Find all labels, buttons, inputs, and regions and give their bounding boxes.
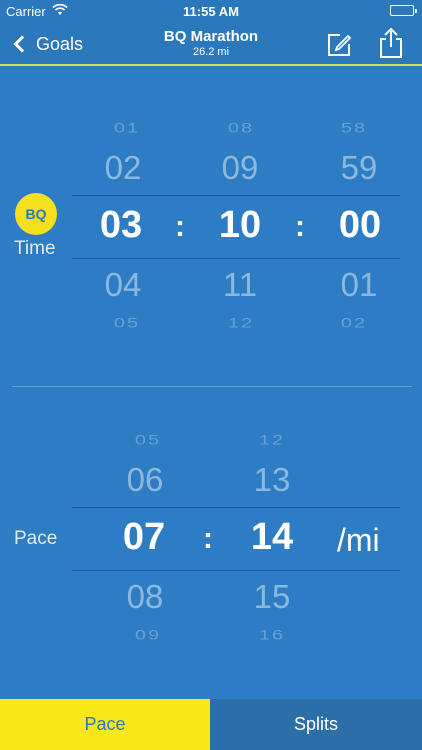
wheel-value: 02 <box>104 149 142 186</box>
wheel-value: 12 <box>227 315 255 331</box>
wheel-selected-value: 03 <box>99 204 143 246</box>
wheel-value: 01 <box>113 120 141 136</box>
wheel-value: 08 <box>227 120 255 136</box>
wheel-value: 05 <box>113 315 141 331</box>
picker-selection-line-top <box>72 507 400 508</box>
navigation-bar: Goals BQ Marathon 26.2 mi <box>0 22 422 66</box>
wheel-selected-value: 14 <box>250 516 294 558</box>
wheel-value: 58 <box>340 120 368 136</box>
wheel-value: 06 <box>126 461 164 498</box>
wheel-value: 04 <box>104 266 142 303</box>
wheel-value: 02 <box>340 315 368 331</box>
status-bar: Carrier 11:55 AM <box>0 0 422 22</box>
wheel-value: 09 <box>134 627 162 643</box>
status-time: 11:55 AM <box>183 4 239 19</box>
picker-selection-line-bottom <box>72 570 400 571</box>
wheel-value: 13 <box>253 461 291 498</box>
nav-title-block: BQ Marathon 26.2 mi <box>0 28 422 59</box>
tab-pace[interactable]: Pace <box>0 699 210 750</box>
wheel-value: 16 <box>258 627 286 643</box>
edit-icon <box>328 34 352 56</box>
pace-separator: : <box>203 522 213 555</box>
time-label: Time <box>14 238 56 259</box>
wheel-value: 59 <box>340 149 378 186</box>
wheel-value: 09 <box>221 149 259 186</box>
wheel-selected-value: 10 <box>218 204 262 246</box>
tab-splits[interactable]: Splits <box>210 699 422 750</box>
page-title: BQ Marathon <box>163 28 259 45</box>
wheel-value: 08 <box>126 578 164 615</box>
picker-selection-line-top <box>72 195 400 196</box>
wheel-selected-value: 00 <box>338 204 382 246</box>
share-button[interactable] <box>378 27 404 59</box>
section-divider <box>12 386 412 387</box>
wheel-value: 12 <box>258 432 286 448</box>
pace-label: Pace <box>14 528 58 549</box>
bq-badge: BQ <box>15 193 57 235</box>
time-separator: : <box>175 210 185 243</box>
battery-icon <box>390 5 417 16</box>
pace-unit-label: /mi <box>337 522 380 558</box>
time-separator: : <box>295 210 305 243</box>
wheel-value: 11 <box>222 266 258 303</box>
page-subtitle: 26.2 mi <box>192 46 230 58</box>
picker-selection-line-bottom <box>72 258 400 259</box>
edit-button[interactable] <box>326 32 352 58</box>
tab-bar: Pace Splits <box>0 699 422 750</box>
share-icon <box>380 27 402 58</box>
wheel-value: 15 <box>253 578 291 615</box>
wheel-selected-value: 07 <box>122 516 166 558</box>
wheel-value: 01 <box>340 266 378 303</box>
wheel-value: 05 <box>134 432 162 448</box>
